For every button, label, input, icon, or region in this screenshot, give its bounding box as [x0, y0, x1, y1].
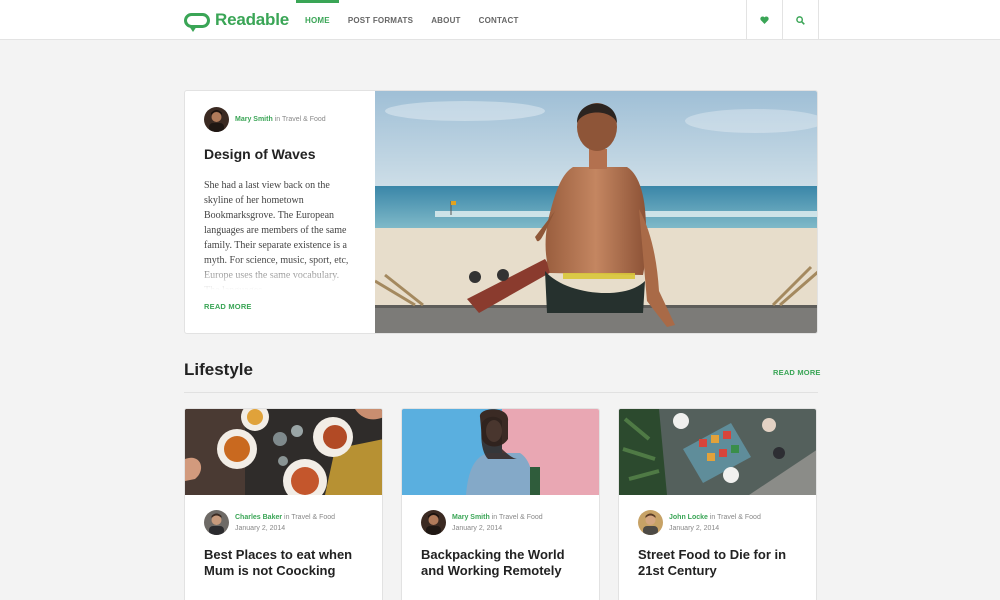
post-meta: Charles Baker in Travel & Food January 2… — [204, 510, 363, 535]
meta-in-word: in — [709, 513, 716, 521]
avatar[interactable] — [204, 107, 229, 132]
author-link[interactable]: John Locke — [669, 514, 708, 521]
speech-bubble-icon — [184, 12, 210, 32]
logo-text: Readable — [215, 10, 289, 29]
read-more-link[interactable]: READ MORE — [204, 302, 252, 311]
search-icon — [796, 15, 805, 25]
divider — [184, 392, 818, 393]
author-link[interactable]: Mary Smith — [235, 116, 273, 123]
author-link[interactable]: Charles Baker — [235, 514, 282, 521]
post-excerpt: She had a last view back on the skyline … — [204, 178, 356, 290]
post-title[interactable]: Backpacking the World and Working Remote… — [421, 547, 580, 579]
section-read-more-link[interactable]: READ MORE — [773, 368, 821, 377]
avatar[interactable] — [421, 510, 446, 535]
featured-image[interactable] — [375, 91, 818, 334]
section-title: Lifestyle — [184, 360, 253, 379]
meta-in-word: in — [284, 513, 290, 521]
author-link[interactable]: Mary Smith — [452, 514, 490, 521]
meta-in-word: in — [274, 116, 281, 123]
post-card: Mary Smith in Travel & Food January 2, 2… — [401, 408, 600, 600]
category-link[interactable]: Travel & Food — [291, 514, 335, 521]
post-card-body: Charles Baker in Travel & Food January 2… — [185, 495, 382, 579]
post-card-body: John Locke in Travel & Food January 2, 2… — [619, 495, 816, 579]
post-meta: Mary Smith in Travel & Food January 2, 2… — [421, 510, 580, 535]
post-image[interactable] — [402, 409, 600, 495]
post-card-body: Mary Smith in Travel & Food January 2, 2… — [402, 495, 599, 579]
post-meta: John Locke in Travel & Food January 2, 2… — [638, 510, 797, 535]
post-image[interactable] — [185, 409, 383, 495]
post-title[interactable]: Best Places to eat when Mum is not Coock… — [204, 547, 363, 579]
search-button[interactable] — [783, 0, 819, 40]
post-card: Charles Baker in Travel & Food January 2… — [184, 408, 383, 600]
post-meta-text: Charles Baker in Travel & Food January 2… — [235, 512, 335, 534]
top-header: Readable HOME POST FORMATS ABOUT CONTACT — [0, 0, 1000, 40]
post-card: John Locke in Travel & Food January 2, 2… — [618, 408, 817, 600]
post-title[interactable]: Design of Waves — [204, 146, 356, 162]
logo[interactable]: Readable — [184, 9, 289, 32]
post-title[interactable]: Street Food to Die for in 21st Century — [638, 547, 797, 579]
header-icons — [746, 0, 819, 40]
post-date: January 2, 2014 — [669, 524, 720, 532]
post-date: January 2, 2014 — [452, 524, 503, 532]
post-meta-text: Mary Smith in Travel & Food January 2, 2… — [452, 512, 543, 534]
nav-item-about[interactable]: ABOUT — [422, 0, 469, 40]
post-meta-text: John Locke in Travel & Food January 2, 2… — [669, 512, 761, 534]
category-link[interactable]: Travel & Food — [499, 514, 543, 521]
featured-post-body: Mary Smith in Travel & Food Design of Wa… — [185, 91, 375, 333]
heart-icon — [760, 16, 769, 24]
post-image[interactable] — [619, 409, 817, 495]
nav-item-contact[interactable]: CONTACT — [470, 0, 528, 40]
post-date: January 2, 2014 — [235, 524, 286, 532]
favorites-button[interactable] — [747, 0, 783, 40]
post-meta-text: Mary Smith in Travel & Food — [235, 114, 326, 125]
category-link[interactable]: Travel & Food — [282, 116, 326, 123]
avatar[interactable] — [204, 510, 229, 535]
nav-item-post-formats[interactable]: POST FORMATS — [339, 0, 422, 40]
meta-in-word: in — [491, 513, 498, 521]
nav-item-home[interactable]: HOME — [296, 0, 339, 40]
main-nav: HOME POST FORMATS ABOUT CONTACT — [296, 0, 528, 40]
avatar[interactable] — [638, 510, 663, 535]
category-link[interactable]: Travel & Food — [717, 514, 761, 521]
featured-post-card: Mary Smith in Travel & Food Design of Wa… — [184, 90, 818, 334]
post-meta: Mary Smith in Travel & Food — [204, 107, 356, 132]
